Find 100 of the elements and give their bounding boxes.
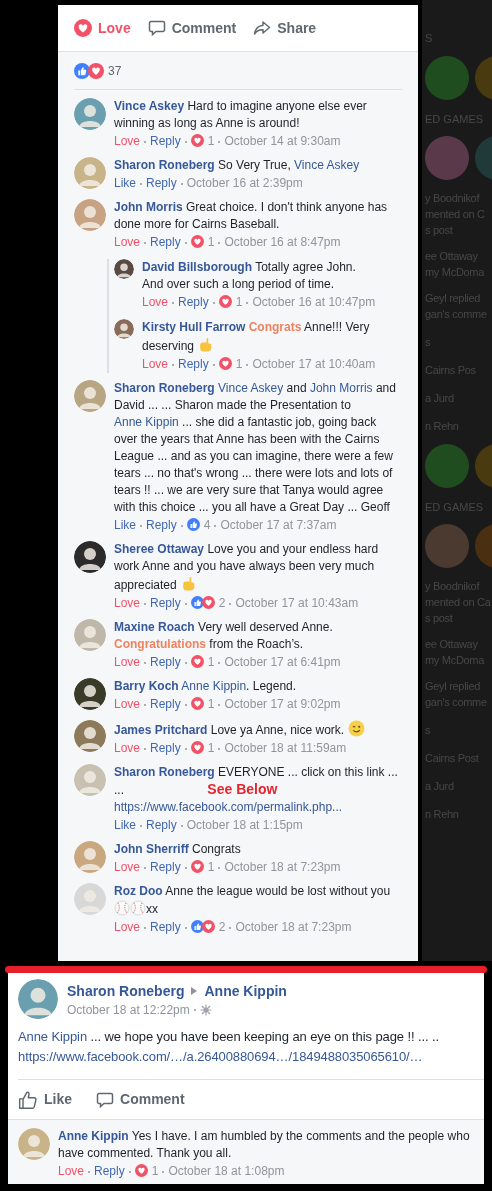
reaction-count[interactable]: 37: [108, 61, 122, 80]
app-icon[interactable]: [425, 56, 469, 100]
timestamp-link[interactable]: October 17 at 7:37am: [220, 518, 337, 532]
mention-link[interactable]: Anne Kippin: [114, 415, 179, 429]
avatar[interactable]: [74, 541, 106, 573]
author-link[interactable]: Vince Askey: [114, 99, 185, 113]
comment-text: Roz Doo Anne the league would be lost without you xx: [114, 883, 392, 918]
speech-bubble-icon: [96, 1090, 114, 1109]
timestamp-link[interactable]: October 18 at 1:08pm: [168, 1164, 285, 1178]
reaction-count: 1: [235, 295, 243, 309]
author-link[interactable]: John Morris: [114, 200, 183, 214]
recipient-link[interactable]: Anne Kippin: [204, 982, 287, 1000]
timestamp-link[interactable]: October 18 at 11:59am: [224, 741, 347, 755]
timestamp-link[interactable]: October 17 at 10:43am: [235, 596, 359, 610]
reaction-link[interactable]: Love: [114, 860, 141, 874]
author-link[interactable]: Kirsty Hull Farrow: [142, 320, 246, 334]
triangle-icon: [190, 986, 199, 996]
comment-text: Sheree Ottaway Love you and your endless hard work Anne and you have always been very much appreciated: [114, 541, 380, 594]
url-link[interactable]: https://www.facebook.com/…/a.26400880694…/1849488035065610/…: [18, 1047, 484, 1067]
author-link[interactable]: John Sherriff: [114, 842, 189, 856]
author-link[interactable]: Sharon Roneberg: [114, 765, 215, 779]
reaction-link[interactable]: Like: [114, 518, 136, 532]
comment-button[interactable]: Comment: [147, 17, 237, 39]
author-link[interactable]: Maxine Roach: [114, 620, 195, 634]
timestamp-link[interactable]: October 18 at 7:23pm: [235, 920, 352, 934]
reaction-count: 1: [151, 1164, 159, 1178]
reaction-link[interactable]: Love: [58, 1164, 85, 1178]
reply-link[interactable]: Reply: [150, 920, 181, 934]
author-link[interactable]: Barry Koch: [114, 679, 179, 693]
comment-text: Sharon Roneberg EVERYONE ... click on this link ... ... See Below https://www.facebook.com/permalink.php...: [114, 764, 398, 816]
gear-icon[interactable]: [199, 1004, 212, 1016]
reaction-link[interactable]: Love: [114, 134, 141, 148]
url-link[interactable]: https://www.facebook.com/permalink.php...: [114, 800, 343, 814]
avatar[interactable]: [114, 259, 134, 279]
comment-text: Vince Askey Hard to imagine anyone else ever winning as long as Anne is around!: [114, 98, 368, 132]
timestamp-link[interactable]: October 18 at 12:22pm: [67, 1001, 190, 1019]
reaction-count: 1: [207, 134, 215, 148]
author-link[interactable]: Sharon Roneberg: [114, 158, 215, 172]
app-icon[interactable]: [425, 524, 469, 568]
mention-link[interactable]: Anne Kippin: [18, 1029, 87, 1044]
author-link[interactable]: James Pritchard: [114, 723, 208, 737]
reaction-link[interactable]: Like: [114, 818, 136, 832]
mention-link[interactable]: Vince Askey: [218, 381, 284, 395]
speech-bubble-icon: [147, 19, 166, 37]
mention-link[interactable]: Vince Askey: [294, 158, 360, 172]
app-icon[interactable]: [425, 136, 469, 180]
comment-text: Maxine Roach Very well deserved Anne. Congratulations from the Roach’s.: [114, 619, 334, 653]
author-link[interactable]: Sharon Roneberg: [114, 381, 215, 395]
reaction-link[interactable]: Love: [114, 920, 141, 934]
comment-button[interactable]: Comment: [96, 1089, 185, 1110]
comment-text: Barry Koch Anne Kippin. Legend.: [114, 678, 298, 695]
reply-link[interactable]: Reply: [146, 818, 177, 832]
reaction-link[interactable]: Love: [114, 596, 141, 610]
reply-link[interactable]: Reply: [150, 655, 181, 669]
timestamp-link[interactable]: October 18 at 7:23pm: [224, 860, 341, 874]
like-button[interactable]: Like: [18, 1089, 72, 1110]
reaction-link[interactable]: Love: [114, 235, 141, 249]
timestamp-link[interactable]: October 17 at 6:41pm: [224, 655, 341, 669]
reply-link[interactable]: Reply: [178, 357, 209, 371]
reaction-count: 1: [207, 697, 215, 711]
reply-link[interactable]: Reply: [150, 235, 181, 249]
reply-link[interactable]: Reply: [178, 295, 209, 309]
reply-link[interactable]: Reply: [94, 1164, 125, 1178]
avatar[interactable]: [74, 678, 106, 710]
author-link[interactable]: Roz Doo: [114, 884, 163, 898]
reply-link[interactable]: Reply: [146, 518, 177, 532]
timestamp-link[interactable]: October 18 at 1:15pm: [186, 818, 303, 832]
timestamp-link[interactable]: October 17 at 9:02pm: [224, 697, 341, 711]
timestamp-link[interactable]: October 14 at 9:30am: [224, 134, 341, 148]
reaction-count: 1: [207, 655, 215, 669]
comment-text: Kirsty Hull Farrow Congrats Anne!!! Very deserving: [142, 319, 371, 355]
author-link[interactable]: Sharon Roneberg: [67, 982, 185, 1000]
reply-link[interactable]: Reply: [150, 697, 181, 711]
share-arrow-icon: [253, 19, 272, 37]
reply-link[interactable]: Reply: [146, 176, 177, 190]
mention-link[interactable]: John Morris: [309, 381, 373, 395]
timestamp-link[interactable]: October 16 at 10:47pm: [252, 295, 376, 309]
app-icon[interactable]: [425, 444, 469, 488]
timestamp-link[interactable]: October 16 at 2:39pm: [186, 176, 303, 190]
reaction-link[interactable]: Like: [114, 176, 136, 190]
author-link[interactable]: Anne Kippin: [58, 1129, 129, 1143]
reaction-link[interactable]: Love: [142, 295, 169, 309]
author-link[interactable]: Sheree Ottaway: [114, 542, 205, 556]
reaction-count: 2: [218, 920, 226, 934]
share-button[interactable]: Share: [253, 17, 317, 39]
love-button[interactable]: Love: [74, 17, 131, 39]
reply-link[interactable]: Reply: [150, 134, 181, 148]
reply-link[interactable]: Reply: [150, 596, 181, 610]
reaction-link[interactable]: Love: [142, 357, 169, 371]
reply-link[interactable]: Reply: [150, 860, 181, 874]
comment-text: John Sherriff Congrats: [114, 841, 242, 858]
reaction-count: 1: [207, 741, 215, 755]
timestamp-link[interactable]: October 17 at 10:40am: [252, 357, 376, 371]
reaction-link[interactable]: Love: [114, 655, 141, 669]
comment-text: Sharon Roneberg So Very True, Vince Askey: [114, 157, 361, 174]
reaction-link[interactable]: Love: [114, 697, 141, 711]
reply-link[interactable]: Reply: [150, 741, 181, 755]
timestamp-link[interactable]: October 16 at 8:47pm: [224, 235, 341, 249]
reaction-link[interactable]: Love: [114, 741, 141, 755]
author-link[interactable]: David Billsborough: [142, 260, 252, 274]
